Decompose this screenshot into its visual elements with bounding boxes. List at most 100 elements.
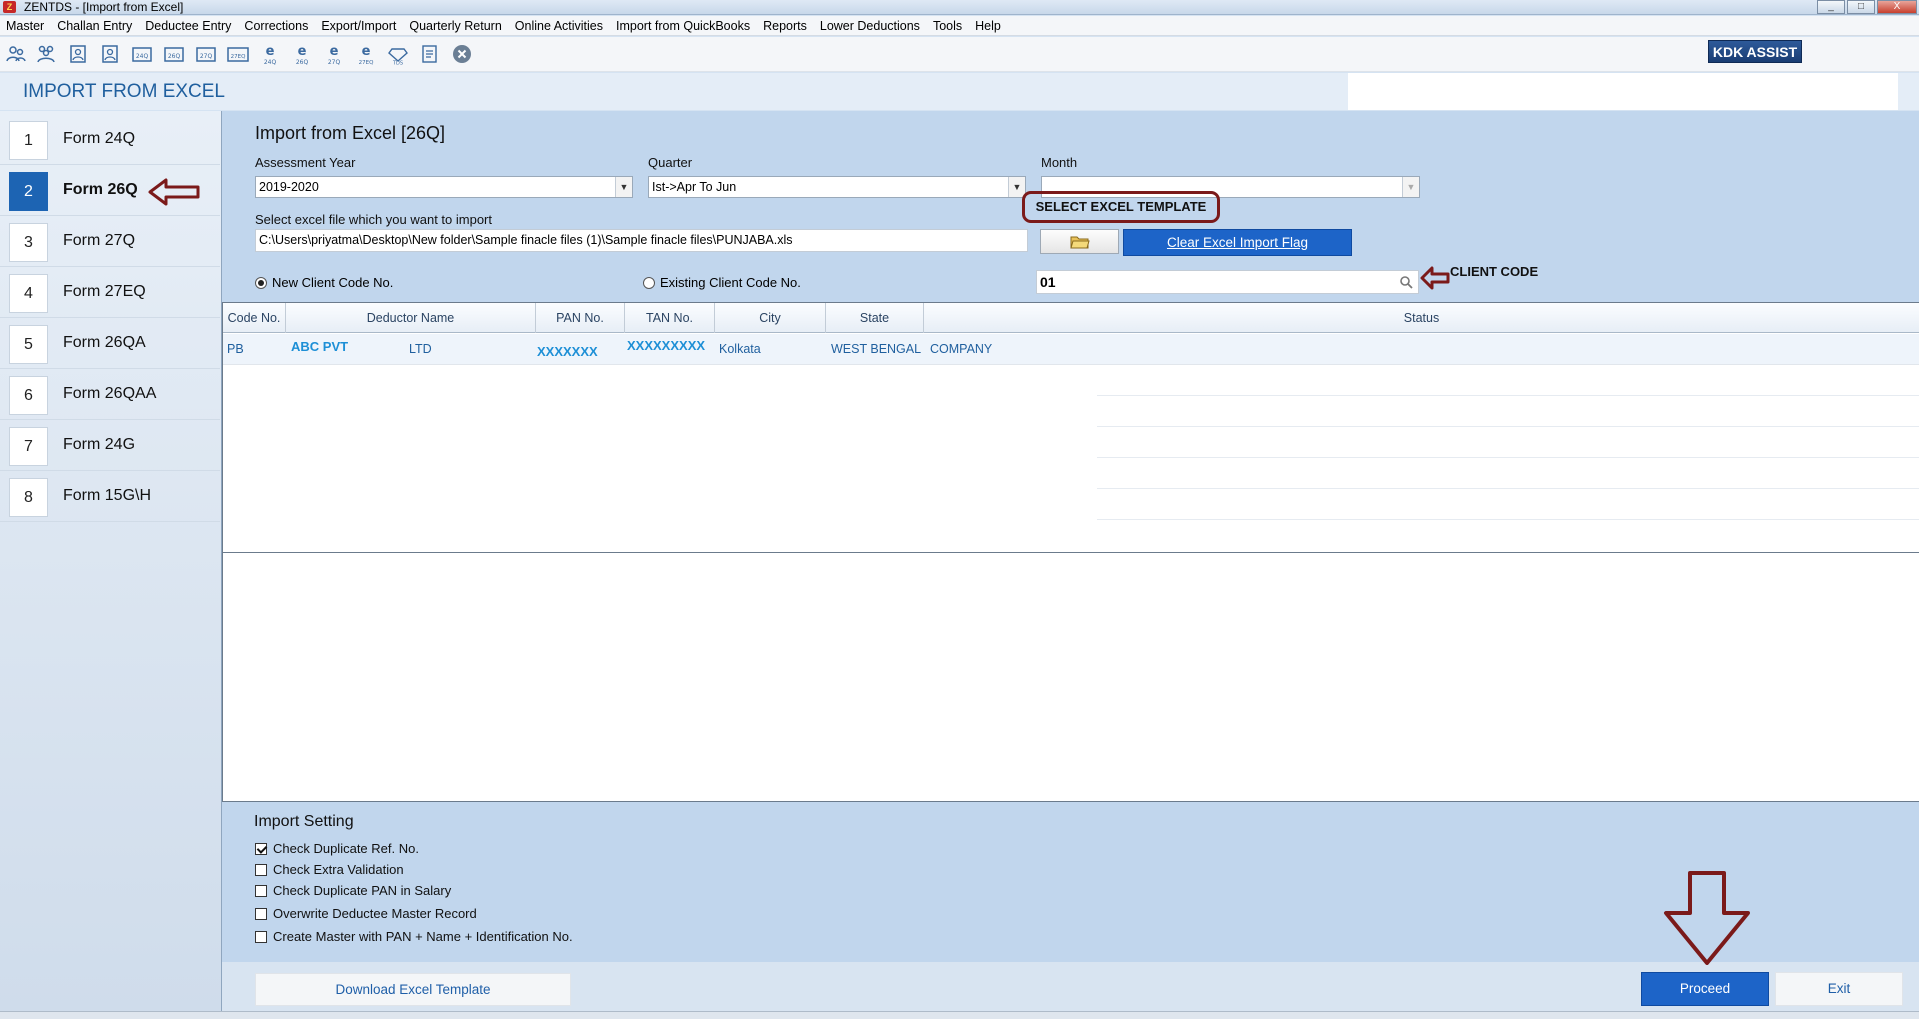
efile-27eq-icon[interactable]: e 27EQ xyxy=(354,42,378,66)
svg-text:e: e xyxy=(266,44,275,59)
select-excel-template-annotation: SELECT EXCEL TEMPLATE xyxy=(1022,191,1220,223)
browse-folder-button[interactable] xyxy=(1040,229,1119,254)
assessment-year-value: 2019-2020 xyxy=(259,180,319,194)
sidebar-item-number: 1 xyxy=(9,121,48,160)
checkbox-label: Check Duplicate Ref. No. xyxy=(273,841,419,856)
file-path-input[interactable]: C:\Users\priyatma\Desktop\New folder\Sam… xyxy=(255,229,1028,252)
menu-master[interactable]: Master xyxy=(6,19,44,33)
form-26q-icon[interactable]: 26Q xyxy=(162,42,186,66)
deductee-icon[interactable] xyxy=(66,42,90,66)
svg-text:26Q: 26Q xyxy=(168,53,181,60)
sidebar-item-form-24g[interactable]: 7 Form 24G xyxy=(0,421,220,471)
minimize-button[interactable]: _ xyxy=(1817,0,1845,14)
sidebar-item-label: Form 24Q xyxy=(63,130,136,147)
sidebar-item-number: 5 xyxy=(9,325,48,364)
deductee-list-icon[interactable] xyxy=(98,42,122,66)
sidebar-item-form-26q[interactable]: 2 Form 26Q xyxy=(0,166,220,216)
grid-line xyxy=(1097,426,1919,427)
exit-button[interactable]: Exit xyxy=(1775,972,1903,1006)
checkbox-checked-icon xyxy=(255,842,267,855)
menu-challan-entry[interactable]: Challan Entry xyxy=(57,19,132,33)
menu-export-import[interactable]: Export/Import xyxy=(321,19,396,33)
existing-client-code-radio[interactable]: Existing Client Code No. xyxy=(643,275,801,290)
column-header-deductor-name[interactable]: Deductor Name xyxy=(286,303,536,333)
menu-help[interactable]: Help xyxy=(975,19,1001,33)
svg-text:e: e xyxy=(330,44,339,59)
quarter-select[interactable]: Ist->Apr To Jun ▼ xyxy=(648,176,1026,198)
assessment-year-select[interactable]: 2019-2020 ▼ xyxy=(255,176,633,198)
sidebar-item-form-26qa[interactable]: 5 Form 26QA xyxy=(0,319,220,369)
svg-text:26Q: 26Q xyxy=(296,59,309,65)
radio-unselected-icon xyxy=(643,276,655,289)
svg-text:27Q: 27Q xyxy=(200,53,213,60)
form-24q-icon[interactable]: 24Q xyxy=(130,42,154,66)
new-client-code-radio[interactable]: New Client Code No. xyxy=(255,275,393,290)
check-duplicate-ref-checkbox[interactable]: Check Duplicate Ref. No. xyxy=(255,841,419,856)
month-label: Month xyxy=(1041,155,1078,170)
deductor-icon[interactable] xyxy=(4,42,28,66)
table-row[interactable]: PB ABC PVT LTD XXXXXXX XXXXXXXXX Kolkata… xyxy=(223,334,1919,365)
menu-reports[interactable]: Reports xyxy=(763,19,807,33)
sidebar-item-form-27eq[interactable]: 4 Form 27EQ xyxy=(0,268,220,318)
folder-open-icon xyxy=(1069,236,1090,248)
check-extra-validation-checkbox[interactable]: Check Extra Validation xyxy=(255,862,404,877)
form-sidebar: 1 Form 24Q 2 Form 26Q 3 Form 27Q 4 Form … xyxy=(0,111,222,1011)
search-icon[interactable] xyxy=(1399,275,1413,289)
create-master-pan-name-checkbox[interactable]: Create Master with PAN + Name + Identifi… xyxy=(255,929,573,944)
svg-text:TDS: TDS xyxy=(392,61,403,66)
sidebar-item-form-15gh[interactable]: 8 Form 15G\H xyxy=(0,472,220,522)
sidebar-item-form-27q[interactable]: 3 Form 27Q xyxy=(0,217,220,267)
close-window-button[interactable]: X xyxy=(1877,0,1917,14)
file-select-label: Select excel file which you want to impo… xyxy=(255,212,492,227)
svg-text:27Q: 27Q xyxy=(328,59,341,65)
menu-tools[interactable]: Tools xyxy=(933,19,962,33)
client-code-value: 01 xyxy=(1040,274,1056,290)
sidebar-item-form-26qaa[interactable]: 6 Form 26QAA xyxy=(0,370,220,420)
column-header-tan[interactable]: TAN No. xyxy=(625,303,715,333)
users-group-icon[interactable] xyxy=(34,42,58,66)
efile-24q-icon[interactable]: e 24Q xyxy=(258,42,282,66)
clear-excel-import-flag-button[interactable]: Clear Excel Import Flag xyxy=(1123,229,1352,256)
toolbar: 24Q 26Q 27Q 27EQ e 24Q e 26Q e 27Q e 27EQ TD… xyxy=(0,37,1919,72)
efile-26q-icon[interactable]: e 26Q xyxy=(290,42,314,66)
tds-diamond-icon[interactable]: TDS xyxy=(386,42,410,66)
menu-corrections[interactable]: Corrections xyxy=(244,19,308,33)
checkbox-label: Overwrite Deductee Master Record xyxy=(273,906,477,921)
overwrite-deductee-master-checkbox[interactable]: Overwrite Deductee Master Record xyxy=(255,906,477,921)
form-title: Import from Excel [26Q] xyxy=(255,123,446,143)
sidebar-item-label: Form 26Q xyxy=(63,181,138,198)
window-titlebar: Z ZENTDS - [Import from Excel] _ □ X xyxy=(0,0,1919,15)
column-header-code[interactable]: Code No. xyxy=(223,303,286,333)
column-header-state[interactable]: State xyxy=(826,303,924,333)
proceed-button[interactable]: Proceed xyxy=(1641,972,1769,1006)
sidebar-item-number: 3 xyxy=(9,223,48,262)
svg-text:e: e xyxy=(362,44,371,59)
sidebar-item-form-24q[interactable]: 1 Form 24Q xyxy=(0,115,220,165)
menu-online-activities[interactable]: Online Activities xyxy=(515,19,603,33)
client-code-input[interactable]: 01 xyxy=(1036,270,1419,294)
form-27eq-icon[interactable]: 27EQ xyxy=(226,42,250,66)
efile-27q-icon[interactable]: e 27Q xyxy=(322,42,346,66)
menu-deductee-entry[interactable]: Deductee Entry xyxy=(145,19,231,33)
checkbox-unchecked-icon xyxy=(255,884,267,897)
checkbox-label: Check Duplicate PAN in Salary xyxy=(273,883,452,898)
menu-quarterly-return[interactable]: Quarterly Return xyxy=(409,19,501,33)
report-print-icon[interactable] xyxy=(418,42,442,66)
menu-lower-deductions[interactable]: Lower Deductions xyxy=(820,19,920,33)
download-excel-template-button[interactable]: Download Excel Template xyxy=(255,973,571,1006)
sidebar-item-label: Form 15G\H xyxy=(63,487,152,504)
check-duplicate-pan-salary-checkbox[interactable]: Check Duplicate PAN in Salary xyxy=(255,883,451,898)
menu-import-quickbooks[interactable]: Import from QuickBooks xyxy=(616,19,750,33)
form-27q-icon[interactable]: 27Q xyxy=(194,42,218,66)
column-header-status[interactable]: Status xyxy=(924,303,1919,333)
sidebar-item-label: Form 26QAA xyxy=(63,385,157,402)
maximize-button[interactable]: □ xyxy=(1847,0,1875,14)
sidebar-item-label: Form 26QA xyxy=(63,334,146,351)
grid-line xyxy=(1097,395,1919,396)
grid-line xyxy=(1097,519,1919,520)
sidebar-item-number: 4 xyxy=(9,274,48,313)
column-header-pan[interactable]: PAN No. xyxy=(536,303,625,333)
close-icon[interactable] xyxy=(450,42,474,66)
column-header-city[interactable]: City xyxy=(715,303,826,333)
kdk-assist-button[interactable]: KDK ASSIST xyxy=(1708,40,1802,63)
